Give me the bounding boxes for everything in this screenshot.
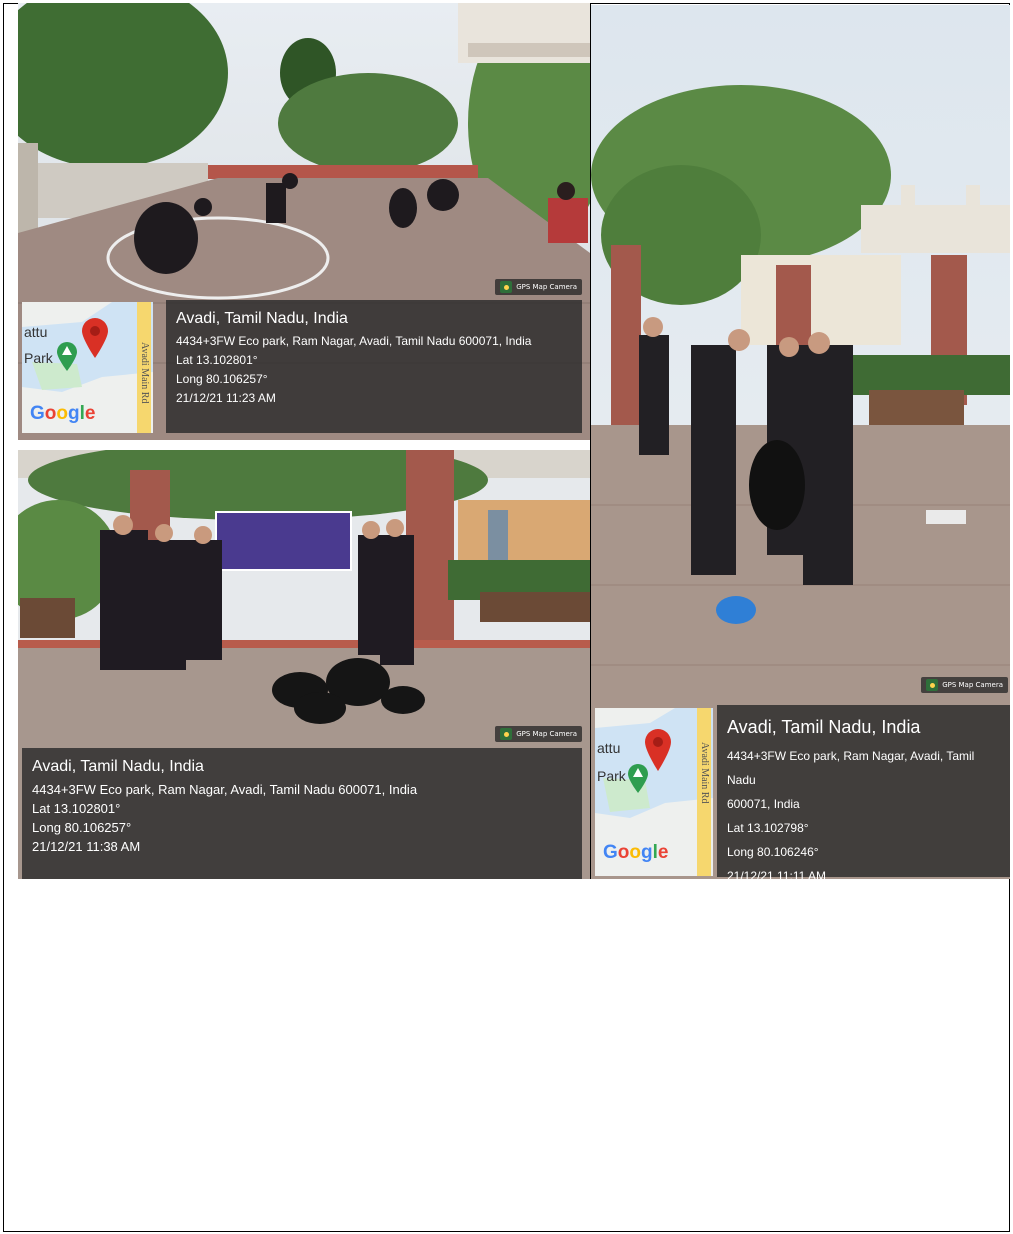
photo-cleanup-right: GPS Map Camera Avadi Main Rd attu Park G… xyxy=(591,5,1010,879)
photo-group-bottom-left: GPS Map Camera Avadi, Tamil Nadu, India … xyxy=(18,450,590,879)
gps-camera-icon xyxy=(500,728,513,740)
location-address-line1: 4434+3FW Eco park, Ram Nagar, Avadi, Tam… xyxy=(727,749,975,787)
timestamp: 21/12/21 11:23 AM xyxy=(176,391,276,405)
gps-camera-badge: GPS Map Camera xyxy=(921,677,1008,693)
gps-info-overlay: Avadi, Tamil Nadu, India 4434+3FW Eco pa… xyxy=(22,748,582,879)
longitude: Long 80.106246° xyxy=(727,845,819,859)
longitude: Long 80.106257° xyxy=(176,372,268,386)
map-place-label-bottom: Park xyxy=(24,350,53,366)
latitude: Lat 13.102801° xyxy=(176,353,258,367)
gps-info-overlay: Avadi, Tamil Nadu, India 4434+3FW Eco pa… xyxy=(166,300,582,433)
map-place-label-top: attu xyxy=(24,324,48,340)
location-address: 4434+3FW Eco park, Ram Nagar, Avadi, Tam… xyxy=(32,782,418,797)
location-address-line2: 600071, India xyxy=(727,797,800,811)
tree-marker-icon xyxy=(628,764,648,793)
map-road-label: Avadi Main Rd xyxy=(699,742,710,804)
location-title: Avadi, Tamil Nadu, India xyxy=(32,758,204,775)
latitude: Lat 13.102801° xyxy=(32,801,121,816)
gps-camera-label: GPS Map Camera xyxy=(516,730,577,738)
gps-info-overlay: Avadi, Tamil Nadu, India 4434+3FW Eco pa… xyxy=(717,705,1010,879)
map-place-label-top: attu xyxy=(597,740,621,756)
map-place-label-bottom: Park xyxy=(597,768,626,784)
longitude: Long 80.106257° xyxy=(32,820,132,835)
google-logo: Google xyxy=(30,403,96,424)
google-logo: Google xyxy=(603,842,669,863)
location-map-thumbnail: Avadi Main Rd attu Park Google xyxy=(22,302,153,433)
location-map-thumbnail: Avadi Main Rd attu Park Google xyxy=(595,708,713,876)
map-road-label: Avadi Main Rd xyxy=(139,342,150,404)
gps-camera-icon xyxy=(500,281,513,293)
gps-camera-badge: GPS Map Camera xyxy=(495,279,582,295)
map-pin-icon xyxy=(82,318,108,358)
tree-marker-icon xyxy=(57,342,77,371)
gps-camera-badge: GPS Map Camera xyxy=(495,726,582,742)
location-address: 4434+3FW Eco park, Ram Nagar, Avadi, Tam… xyxy=(176,334,532,348)
photo-cleanup-top-left: GPS Map Camera Avadi Main Rd attu Park G… xyxy=(18,3,590,440)
timestamp: 21/12/21 11:38 AM xyxy=(32,839,141,854)
latitude: Lat 13.102798° xyxy=(727,821,809,835)
timestamp: 21/12/21 11:11 AM xyxy=(727,869,826,879)
gps-camera-label: GPS Map Camera xyxy=(942,681,1003,689)
location-title: Avadi, Tamil Nadu, India xyxy=(727,717,921,737)
gps-camera-icon xyxy=(926,679,939,691)
location-title: Avadi, Tamil Nadu, India xyxy=(176,310,348,327)
gps-camera-label: GPS Map Camera xyxy=(516,283,577,291)
